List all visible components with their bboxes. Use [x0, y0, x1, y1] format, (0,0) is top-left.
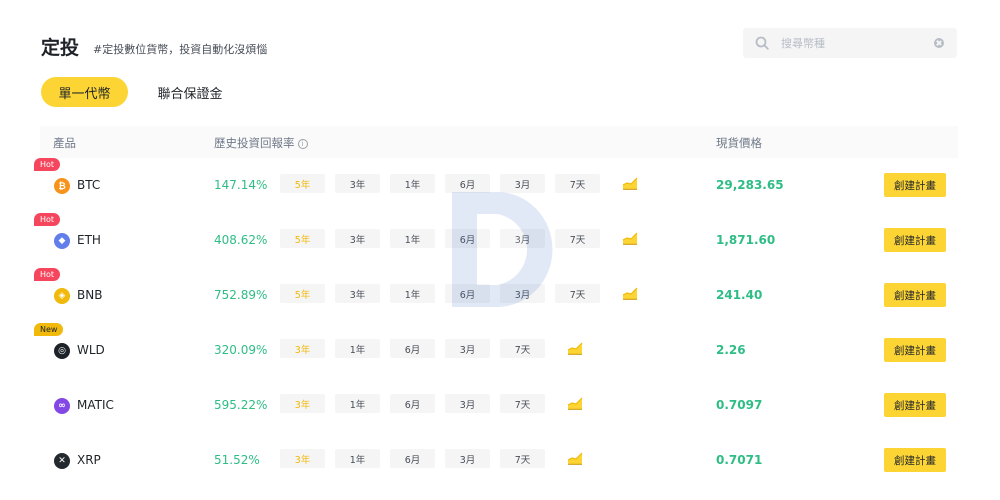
coin-symbol[interactable]: MATIC: [77, 398, 114, 412]
period-selector: 3年 1年 6月 3月 7天: [280, 449, 555, 468]
period-chip[interactable]: 6月: [390, 394, 435, 413]
chart-icon[interactable]: [622, 286, 638, 300]
worldcoin-icon: ◎: [54, 343, 70, 359]
create-plan-button[interactable]: 創建計畫: [884, 448, 946, 472]
header-product: 產品: [53, 136, 76, 150]
roi-value: 752.89%: [214, 288, 268, 302]
roi-value: 147.14%: [214, 178, 268, 192]
period-chip[interactable]: 3月: [445, 394, 490, 413]
tab-cross-margin[interactable]: 聯合保證金: [148, 77, 232, 107]
chart-icon[interactable]: [622, 231, 638, 245]
period-chip[interactable]: 7天: [555, 229, 600, 248]
period-chip[interactable]: 3月: [445, 339, 490, 358]
hot-badge: Hot: [34, 268, 61, 281]
page-subtitle: #定投數位貨幣，投資自動化沒煩惱: [93, 43, 268, 56]
chart-icon[interactable]: [622, 176, 638, 190]
create-plan-button[interactable]: 創建計畫: [884, 228, 946, 252]
coin-symbol[interactable]: ETH: [77, 233, 101, 247]
period-chip[interactable]: 7天: [500, 339, 545, 358]
period-chip[interactable]: 3月: [500, 174, 545, 193]
table-header: 產品 歷史投資回報率 i 現貨價格: [40, 126, 958, 158]
search-box[interactable]: [743, 28, 957, 58]
period-chip[interactable]: 6月: [445, 229, 490, 248]
search-input[interactable]: [781, 34, 931, 52]
roi-value: 320.09%: [214, 343, 268, 357]
period-chip[interactable]: 7天: [555, 174, 600, 193]
table-row: ∞ MATIC 595.22% 3年 1年 6月 3月 7天 0.7097 創建計畫: [40, 378, 958, 433]
period-chip[interactable]: 3月: [500, 284, 545, 303]
clear-icon[interactable]: [934, 38, 944, 48]
period-chip[interactable]: 5年: [280, 284, 325, 303]
roi-value: 595.22%: [214, 398, 268, 412]
bnb-icon: ◈: [54, 288, 70, 304]
period-chip[interactable]: 7天: [555, 284, 600, 303]
polygon-icon: ∞: [54, 398, 70, 414]
period-selector: 3年 1年 6月 3月 7天: [280, 339, 555, 358]
bitcoin-icon: ₿: [54, 178, 70, 194]
period-chip[interactable]: 3年: [335, 284, 380, 303]
header-history-label: 歷史投資回報率: [214, 136, 295, 150]
new-badge: New: [34, 323, 64, 336]
create-plan-button[interactable]: 創建計畫: [884, 393, 946, 417]
period-chip[interactable]: 6月: [445, 174, 490, 193]
period-chip[interactable]: 1年: [390, 229, 435, 248]
period-chip[interactable]: 6月: [445, 284, 490, 303]
period-chip[interactable]: 3月: [500, 229, 545, 248]
period-chip[interactable]: 1年: [335, 449, 380, 468]
period-chip[interactable]: 1年: [335, 394, 380, 413]
period-chip[interactable]: 3年: [335, 174, 380, 193]
period-chip[interactable]: 7天: [500, 449, 545, 468]
period-selector: 5年 3年 1年 6月 3月 7天: [280, 229, 610, 248]
table-row: New ◎ WLD 320.09% 3年 1年 6月 3月 7天 2.26 創建計畫: [34, 323, 958, 378]
period-selector: 5年 3年 1年 6月 3月 7天: [280, 174, 610, 193]
coin-symbol[interactable]: BNB: [77, 288, 102, 302]
period-selector: 3年 1年 6月 3月 7天: [280, 394, 555, 413]
tab-single-token[interactable]: 單一代幣: [41, 77, 128, 107]
coin-symbol[interactable]: WLD: [77, 343, 105, 357]
header-history-roi: 歷史投資回報率 i: [214, 135, 308, 151]
header-price: 現貨價格: [716, 136, 762, 150]
roi-value: 408.62%: [214, 233, 268, 247]
create-plan-button[interactable]: 創建計畫: [884, 173, 946, 197]
page-title: 定投: [41, 37, 80, 59]
spot-price: 1,871.60: [716, 233, 776, 247]
period-chip[interactable]: 7天: [500, 394, 545, 413]
create-plan-button[interactable]: 創建計畫: [884, 283, 946, 307]
hot-badge: Hot: [34, 213, 61, 226]
spot-price: 29,283.65: [716, 178, 784, 192]
period-chip[interactable]: 6月: [390, 449, 435, 468]
spot-price: 0.7071: [716, 453, 763, 467]
period-chip[interactable]: 3年: [280, 339, 325, 358]
period-chip[interactable]: 5年: [280, 229, 325, 248]
period-chip[interactable]: 1年: [335, 339, 380, 358]
coin-symbol[interactable]: XRP: [77, 453, 101, 467]
table-row: Hot ◆ ETH 408.62% 5年 3年 1年 6月 3月 7天 1,871.60 創建計畫: [34, 213, 958, 268]
spot-price: 0.7097: [716, 398, 763, 412]
chart-icon[interactable]: [567, 341, 583, 355]
period-chip[interactable]: 1年: [390, 284, 435, 303]
period-chip[interactable]: 3月: [445, 449, 490, 468]
period-chip[interactable]: 6月: [390, 339, 435, 358]
coin-symbol[interactable]: BTC: [77, 178, 100, 192]
period-chip[interactable]: 5年: [280, 174, 325, 193]
table-row: Hot ₿ BTC 147.14% 5年 3年 1年 6月 3月 7天 29,283.65 創建計畫: [34, 158, 958, 213]
period-chip[interactable]: 1年: [390, 174, 435, 193]
period-chip[interactable]: 3年: [335, 229, 380, 248]
search-icon: [755, 36, 769, 50]
create-plan-button[interactable]: 創建計畫: [884, 338, 946, 362]
chart-icon[interactable]: [567, 451, 583, 465]
period-selector: 5年 3年 1年 6月 3月 7天: [280, 284, 610, 303]
info-icon[interactable]: i: [297, 139, 308, 149]
roi-value: 51.52%: [214, 453, 260, 467]
ethereum-icon: ◆: [54, 233, 70, 249]
hot-badge: Hot: [34, 158, 61, 171]
period-chip[interactable]: 3年: [280, 449, 325, 468]
chart-icon[interactable]: [567, 396, 583, 410]
xrp-icon: ✕: [54, 453, 70, 469]
spot-price: 2.26: [716, 343, 746, 357]
table-row: ✕ XRP 51.52% 3年 1年 6月 3月 7天 0.7071 創建計畫: [40, 433, 958, 488]
period-chip[interactable]: 3年: [280, 394, 325, 413]
table-row: Hot ◈ BNB 752.89% 5年 3年 1年 6月 3月 7天 241.40 創建計畫: [34, 268, 958, 323]
spot-price: 241.40: [716, 288, 763, 302]
